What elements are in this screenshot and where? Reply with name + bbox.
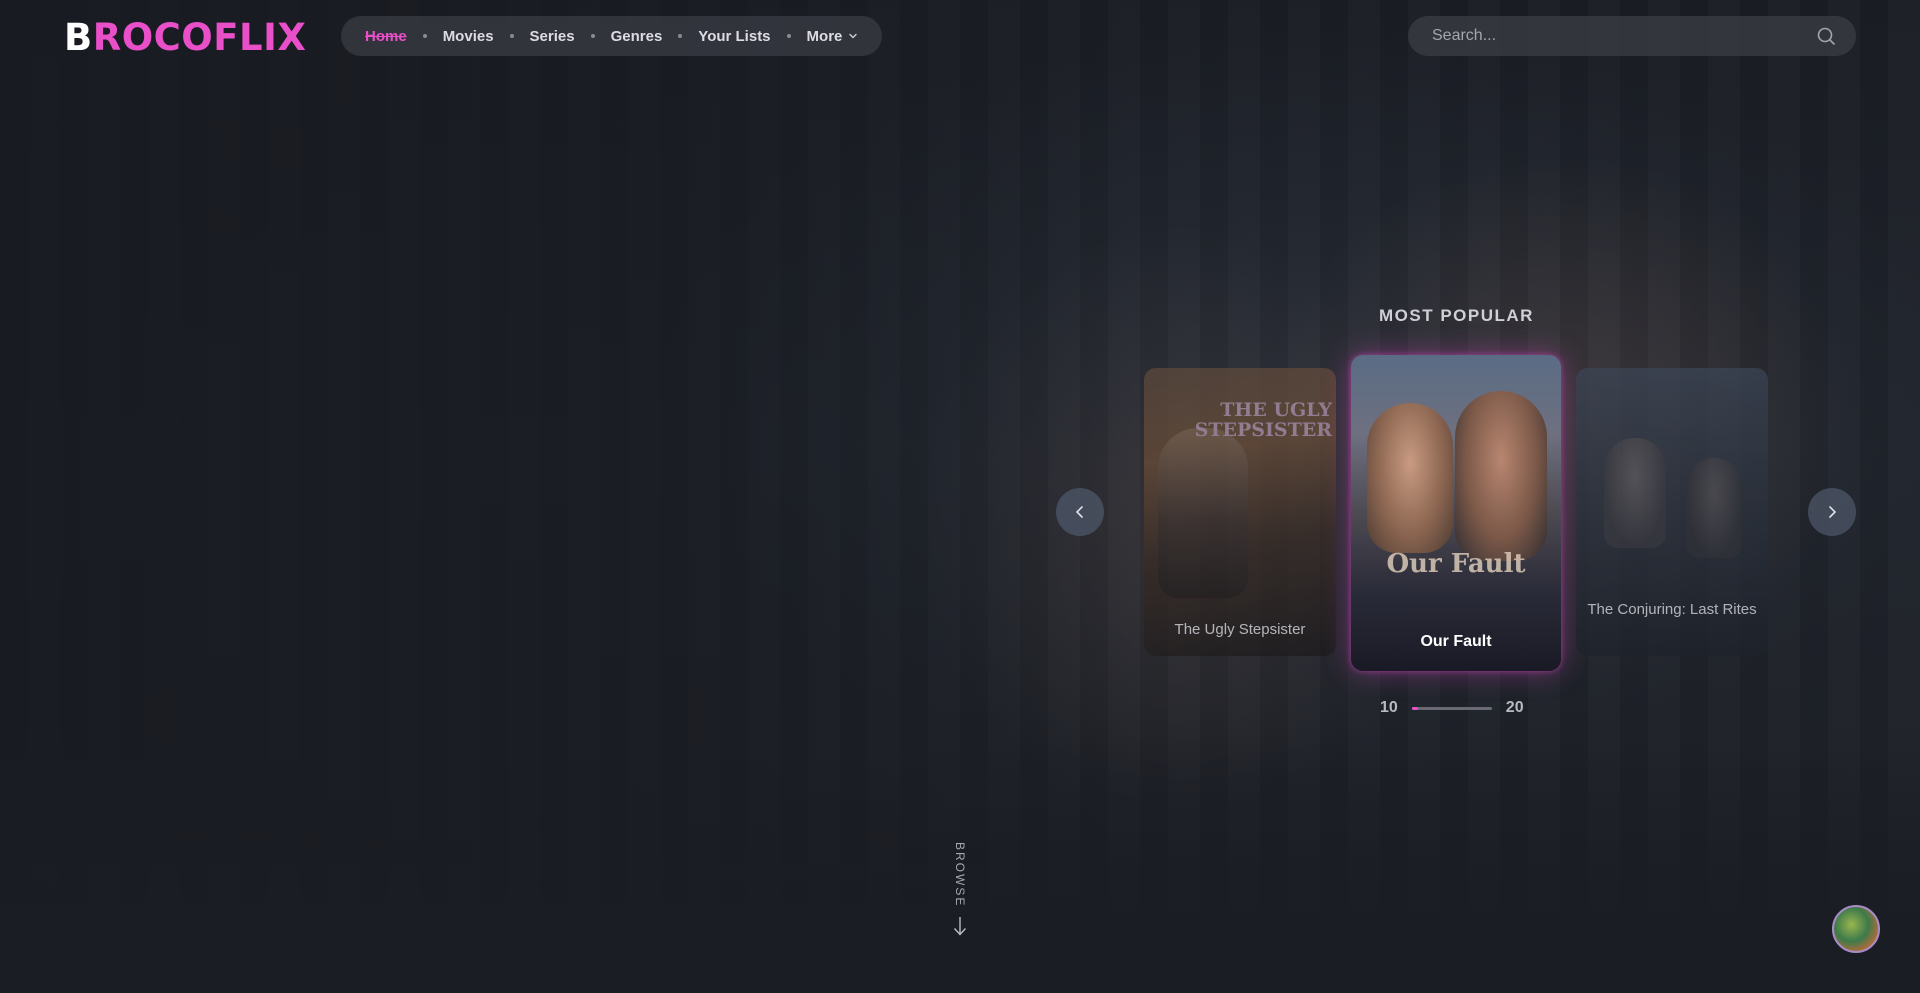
poster-art (1686, 458, 1742, 558)
search-icon[interactable] (1816, 26, 1836, 46)
logo-rest: ROCOFLIX (92, 16, 307, 59)
search-input[interactable] (1432, 27, 1816, 45)
movie-card-our-fault[interactable]: Our Fault Our Fault (1351, 355, 1561, 671)
pager-progress-track[interactable] (1411, 706, 1492, 710)
carousel-pager: 10 20 (1380, 699, 1524, 717)
nav-separator (678, 34, 683, 38)
brand-logo[interactable]: BROCOFLIX (64, 16, 306, 59)
nav-item-your-lists[interactable]: Your Lists (698, 28, 770, 45)
main-nav: Home Movies Series Genres Your Lists Mor… (341, 16, 883, 56)
avatar[interactable] (1832, 905, 1880, 953)
poster-title: Our Fault (1386, 549, 1526, 579)
nav-separator (786, 34, 791, 38)
card-caption: Our Fault (1420, 633, 1492, 650)
most-popular-title: MOST POPULAR (1379, 306, 1534, 325)
nav-separator (590, 34, 595, 38)
card-caption: The Conjuring: Last Rites (1587, 601, 1757, 618)
nav-item-series[interactable]: Series (530, 28, 575, 45)
arrow-down-icon (953, 917, 967, 936)
nav-item-more[interactable]: More (807, 28, 859, 45)
carousel-next-button[interactable] (1808, 488, 1856, 536)
pager-total: 20 (1505, 699, 1524, 716)
nav-separator (422, 34, 427, 38)
browse-scroll-link[interactable]: BROWSE (950, 842, 970, 937)
poster-art (1367, 403, 1453, 553)
card-caption: The Ugly Stepsister (1174, 621, 1306, 638)
carousel-prev-button[interactable] (1056, 488, 1104, 536)
search-bar (1408, 16, 1856, 56)
movie-card-ugly-stepsister[interactable]: THE UGLY STEPSISTER The Ugly Stepsister (1144, 368, 1336, 656)
nav-item-more-label: More (806, 27, 843, 45)
nav-item-home[interactable]: Home (365, 28, 407, 45)
poster-art (1604, 438, 1666, 548)
movie-card-conjuring-last-rites[interactable]: The Conjuring: Last Rites (1576, 368, 1768, 656)
nav-separator (509, 34, 514, 38)
pager-current: 10 (1380, 699, 1398, 716)
poster-art (1158, 428, 1248, 598)
pager-progress-fill (1411, 706, 1419, 710)
chevron-right-icon (1829, 506, 1837, 518)
chevron-left-icon (1075, 506, 1083, 518)
poster-title: THE UGLY STEPSISTER (1194, 399, 1332, 441)
chevron-down-icon (849, 33, 858, 39)
logo-first-letter: B (64, 16, 93, 59)
nav-item-movies[interactable]: Movies (443, 28, 494, 45)
poster-art (1455, 391, 1547, 561)
browse-label: BROWSE (953, 842, 967, 908)
nav-item-genres[interactable]: Genres (611, 28, 663, 45)
